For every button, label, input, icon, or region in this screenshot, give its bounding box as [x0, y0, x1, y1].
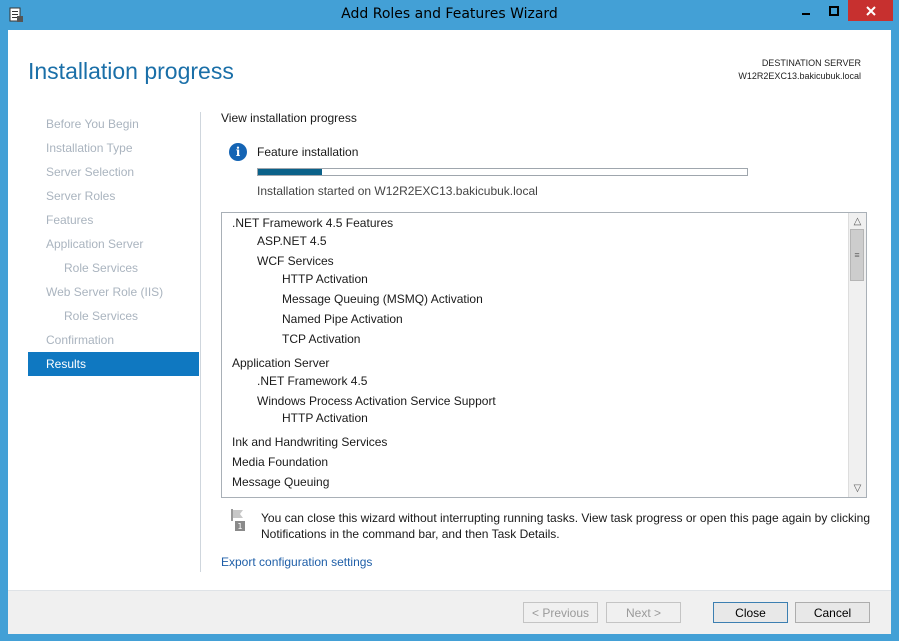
info-icon: i	[229, 143, 247, 161]
feature-list-item: .NET Framework 4.5 Features	[232, 216, 394, 230]
minimize-button[interactable]	[792, 0, 819, 21]
feature-list-item: HTTP Activation	[282, 272, 368, 286]
feature-list-item: Message Queuing (MSMQ) Activation	[282, 292, 483, 306]
wizard-body: Installation progress DESTINATION SERVER…	[8, 30, 891, 634]
feature-list-item: Named Pipe Activation	[282, 312, 403, 326]
nav-item-server-selection: Server Selection	[46, 165, 135, 179]
close-icon	[865, 5, 876, 16]
feature-list-item: Ink and Handwriting Services	[232, 435, 388, 449]
title-bar[interactable]: Add Roles and Features Wizard	[0, 0, 899, 30]
maximize-icon	[828, 5, 839, 16]
nav-item-features: Features	[46, 213, 94, 227]
window-title: Add Roles and Features Wizard	[341, 6, 558, 22]
nav-item-server-roles: Server Roles	[46, 189, 116, 203]
feature-list-item: HTTP Activation	[282, 411, 368, 425]
previous-button[interactable]: < Previous	[523, 602, 598, 623]
feature-installation-label: Feature installation	[257, 145, 359, 159]
close-button[interactable]: Close	[713, 602, 788, 623]
wizard-footer: < Previous Next > Close Cancel	[8, 590, 891, 634]
next-button[interactable]: Next >	[606, 602, 681, 623]
feature-list-item: Media Foundation	[232, 455, 329, 469]
nav-divider	[200, 112, 201, 572]
scroll-thumb[interactable]: ≡	[850, 229, 864, 281]
destination-label: DESTINATION SERVER	[761, 58, 861, 68]
maximize-button[interactable]	[820, 0, 847, 21]
cancel-button[interactable]: Cancel	[795, 602, 870, 623]
close-wizard-note: You can close this wizard without interr…	[261, 511, 871, 541]
scroll-up-arrow-icon[interactable]: △	[849, 213, 866, 230]
export-configuration-link[interactable]: Export configuration settings	[221, 555, 372, 569]
scroll-down-arrow-icon[interactable]: ▽	[849, 480, 866, 497]
page-title: Installation progress	[28, 58, 234, 84]
feature-list-item: Message Queuing	[232, 475, 330, 489]
feature-list-item: Windows Process Activation Service Suppo…	[257, 394, 496, 408]
feature-list-item: WCF Services	[257, 254, 334, 268]
feature-list-item: ASP.NET 4.5	[257, 234, 327, 248]
wizard-window: Add Roles and Features Wizard Installati…	[0, 0, 899, 641]
destination-server-name: W12R2EXC13.bakicubuk.local	[738, 71, 861, 81]
svg-text:1: 1	[237, 522, 242, 531]
nav-item-installation-type: Installation Type	[46, 141, 133, 155]
nav-item-results[interactable]: Results	[28, 352, 199, 376]
nav-item-web-server-role: Web Server Role (IIS)	[46, 285, 164, 299]
nav-item-application-server: Application Server	[46, 237, 144, 251]
destination-server: DESTINATION SERVER W12R2EXC13.bakicubuk.…	[738, 57, 861, 83]
view-progress-label: View installation progress	[221, 111, 357, 125]
close-window-button[interactable]	[848, 0, 893, 21]
feature-list-item: TCP Activation	[282, 332, 361, 346]
progress-fill	[258, 169, 322, 175]
wizard-steps-nav: Before You Begin Installation Type Serve…	[28, 112, 199, 376]
nav-item-web-role-services: Role Services	[64, 309, 139, 323]
notification-flag-icon: 1	[231, 509, 245, 531]
nav-item-app-role-services: Role Services	[64, 261, 139, 275]
feature-list-item: Application Server	[232, 356, 330, 370]
nav-item-before-you-begin: Before You Begin	[46, 117, 139, 131]
minimize-icon	[801, 12, 810, 15]
feature-list-item: .NET Framework 4.5	[257, 374, 368, 388]
features-list[interactable]: .NET Framework 4.5 Features ASP.NET 4.5 WC…	[221, 212, 867, 498]
installation-progress-bar	[257, 168, 748, 176]
vertical-scrollbar[interactable]: △ ≡ ▽	[848, 213, 866, 497]
installation-started-text: Installation started on W12R2EXC13.bakic…	[257, 184, 538, 198]
nav-item-confirmation: Confirmation	[46, 333, 115, 347]
